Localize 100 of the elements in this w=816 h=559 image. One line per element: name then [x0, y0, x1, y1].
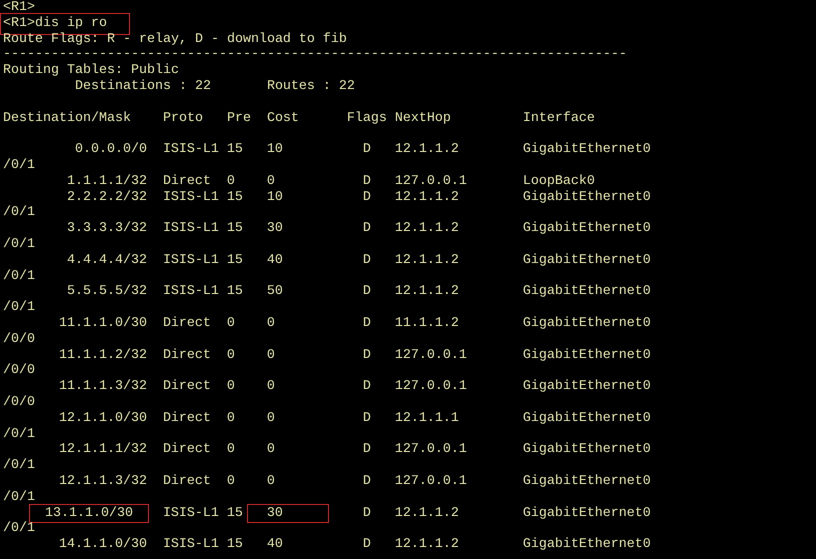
nexthop-cell-text: 127.0.0.1 [394, 474, 468, 490]
proto-cell-text: Direct [162, 474, 212, 490]
flags-cell-text: D [362, 284, 372, 300]
proto-cell-text: ISIS-L1 [162, 142, 220, 158]
nexthop-cell-text: 12.1.1.2 [394, 142, 460, 158]
preference-cell-text: 0 [226, 474, 236, 490]
flags-cell-text: D [362, 348, 372, 364]
destination-text: 3.3.3.3/32 [66, 221, 147, 237]
proto-cell-text: ISIS-L1 [162, 506, 220, 522]
interface-wrap-text: /0/1 [3, 426, 35, 442]
cost-cell: 10 [266, 190, 283, 206]
interface-wrap-text: /0/0 [3, 363, 35, 380]
destination-text: 11.1.1.3/32 [58, 379, 147, 395]
interface-cell: GigabitEthernet0 [522, 410, 651, 427]
cost-cell: 30 [248, 506, 327, 522]
cost-cell: 40 [266, 537, 283, 553]
cost-cell: 0 [266, 174, 275, 190]
nexthop-cell-text: 127.0.0.1 [394, 379, 468, 395]
proto-cell-text: Direct [162, 442, 212, 458]
preference-cell-text: 0 [226, 316, 236, 332]
cost-cell: 0 [266, 348, 275, 364]
flags-cell-text: D [362, 506, 372, 522]
interface-wrap-text: /0/0 [3, 394, 35, 411]
flags-cell-text: D [362, 474, 372, 490]
interface-cell: GigabitEthernet0 [522, 252, 651, 269]
nexthop-cell-text: 12.1.1.2 [394, 221, 460, 237]
terminal-line: Destinations : 22 Routes : 22 [74, 78, 355, 95]
proto-cell-text: Direct [162, 348, 212, 364]
interface-wrap-text: /0/1 [3, 490, 35, 506]
flags-cell-text: D [362, 142, 372, 158]
flags-cell-text: D [362, 221, 372, 237]
destination-text: 2.2.2.2/32 [66, 190, 147, 206]
nexthop-cell-text: 12.1.1.2 [394, 190, 460, 206]
interface-wrap-text: /0/1 [3, 521, 35, 538]
interface-cell: GigabitEthernet0 [522, 474, 651, 490]
proto-cell-text: ISIS-L1 [162, 190, 220, 206]
preference-cell-text: 15 [226, 537, 244, 553]
preference-cell-text: 0 [226, 410, 236, 427]
flags-cell-text: D [362, 442, 372, 458]
cost-cell: 0 [266, 474, 275, 490]
cost-cell: 0 [266, 442, 275, 458]
proto-cell-text: ISIS-L1 [162, 221, 220, 237]
destination-text: 14.1.1.0/30 [58, 537, 147, 553]
destination-text: 12.1.1.1/32 [58, 442, 147, 458]
preference-cell-text: 15 [226, 284, 244, 300]
interface-cell: GigabitEthernet0 [522, 537, 651, 553]
destination-text: 4.4.4.4/32 [66, 252, 147, 269]
preference-cell-text: 0 [226, 442, 236, 458]
nexthop-cell-text: 12.1.1.1 [394, 410, 460, 427]
flags-cell-text: D [362, 316, 372, 332]
interface-wrap-text: /0/1 [3, 205, 35, 222]
terminal-line: Routing Tables: Public [3, 63, 179, 79]
terminal-line: Route Flags: R - relay, D - download to fib [3, 32, 347, 48]
interface-cell: GigabitEthernet0 [522, 316, 651, 332]
nexthop-cell-text: 12.1.1.2 [394, 506, 460, 522]
interface-wrap-text: /0/1 [3, 268, 35, 284]
proto-cell-text: Direct [162, 379, 212, 395]
interface-cell: GigabitEthernet0 [522, 190, 651, 206]
cost-cell: 0 [266, 379, 275, 395]
nexthop-cell-text: 12.1.1.2 [394, 537, 460, 553]
preference-cell-text: 0 [226, 379, 236, 395]
interface-wrap-text: /0/0 [3, 332, 35, 348]
terminal-line: <R1>dis ip ro [3, 16, 127, 32]
destination-text: 13.1.1.0/30 [30, 506, 147, 522]
cost-cell: 0 [266, 410, 275, 427]
destination-text: 12.1.1.0/30 [58, 410, 147, 427]
preference-cell-text: 15 [226, 190, 244, 206]
interface-wrap-text: /0/1 [3, 300, 35, 316]
nexthop-cell-text: 11.1.1.2 [394, 316, 460, 332]
interface-cell: GigabitEthernet0 [522, 442, 651, 458]
interface-wrap-text: /0/1 [3, 458, 35, 474]
interface-cell: LoopBack0 [522, 174, 595, 190]
flags-cell-text: D [362, 537, 372, 553]
interface-wrap-text: /0/1 [3, 236, 35, 253]
interface-cell: GigabitEthernet0 [522, 506, 651, 522]
preference-cell-text: 15 [226, 506, 244, 522]
cost-cell: 30 [266, 221, 283, 237]
destination-text: 12.1.1.3/32 [58, 474, 147, 490]
interface-cell: GigabitEthernet0 [522, 379, 651, 395]
preference-cell-text: 0 [226, 348, 236, 364]
proto-cell-text: ISIS-L1 [162, 537, 220, 553]
proto-cell-text: Direct [162, 174, 212, 190]
cost-cell: 50 [266, 284, 283, 300]
proto-cell-text: Direct [162, 410, 212, 427]
preference-cell-text: 0 [226, 174, 236, 190]
cost-cell: 0 [266, 316, 275, 332]
preference-cell-text: 15 [226, 221, 244, 237]
terminal-line: <R1> [3, 0, 35, 16]
interface-cell: GigabitEthernet0 [522, 348, 651, 364]
cost-cell: 40 [266, 252, 283, 269]
destination-text: 11.1.1.2/32 [58, 348, 147, 364]
nexthop-cell-text: 12.1.1.2 [394, 284, 460, 300]
destination-text: 5.5.5.5/32 [66, 284, 147, 300]
flags-cell-text: D [362, 174, 372, 190]
proto-cell-text: ISIS-L1 [162, 284, 220, 300]
proto-cell-text: ISIS-L1 [162, 252, 220, 269]
interface-cell: GigabitEthernet0 [522, 221, 651, 237]
destination-text: 11.1.1.0/30 [58, 316, 147, 332]
flags-cell-text: D [362, 410, 372, 427]
proto-cell-text: Direct [162, 316, 212, 332]
